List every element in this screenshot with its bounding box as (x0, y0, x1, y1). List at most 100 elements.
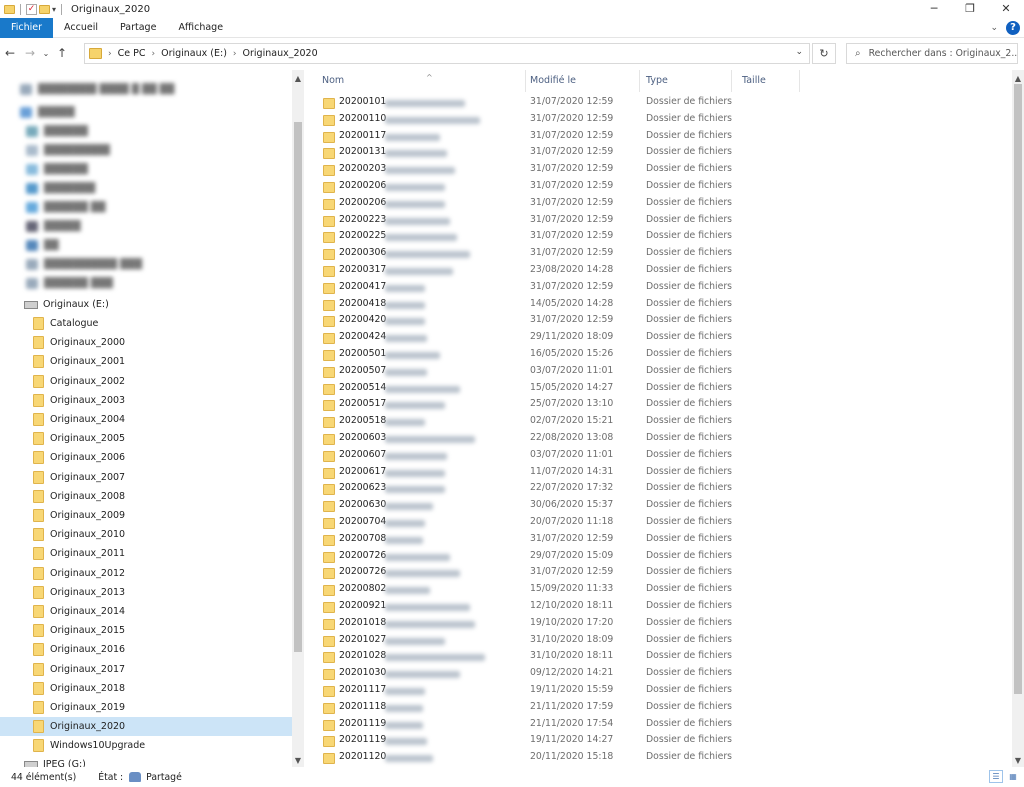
table-row[interactable]: 20200417 31/07/2020 12:59 Dossier de fichi… (306, 280, 1006, 297)
table-row[interactable]: 20200501 16/05/2020 15:26 Dossier de fichi… (306, 347, 1006, 364)
table-row[interactable]: 20200507 03/07/2020 11:01 Dossier de fichi… (306, 364, 1006, 381)
table-row[interactable]: 20200726 29/07/2020 15:09 Dossier de fichi… (306, 549, 1006, 566)
breadcrumb-ce-pc[interactable]: Ce PC (118, 48, 146, 59)
sidebar-folder-item[interactable]: Catalogue (0, 314, 292, 333)
sidebar-folder-item[interactable]: Originaux_2008 (0, 487, 292, 506)
sidebar-scroll-thumb[interactable] (294, 122, 302, 652)
sidebar-folder-item[interactable]: Originaux_2006 (0, 448, 292, 467)
table-row[interactable]: 20200708 31/07/2020 12:59 Dossier de fichi… (306, 532, 1006, 549)
table-row[interactable]: 20200225 31/07/2020 12:59 Dossier de fichi… (306, 229, 1006, 246)
sidebar-folder-item[interactable]: Originaux_2005 (0, 429, 292, 448)
breadcrumb-drive[interactable]: Originaux (E:) (161, 48, 227, 59)
tab-partage[interactable]: Partage (109, 18, 167, 38)
scroll-up-icon[interactable]: ▲ (292, 74, 304, 83)
table-row[interactable]: 20200704 20/07/2020 11:18 Dossier de fichi… (306, 515, 1006, 532)
refresh-button[interactable]: ↻ (812, 43, 836, 64)
table-row[interactable]: 20201120 20/11/2020 15:18 Dossier de fichi… (306, 750, 1006, 767)
table-row[interactable]: 20201119 19/11/2020 14:27 Dossier de fichi… (306, 733, 1006, 750)
table-row[interactable]: 20200306 31/07/2020 12:59 Dossier de fichi… (306, 246, 1006, 263)
sidebar-folder-item[interactable]: Originaux_2007 (0, 468, 292, 487)
table-row[interactable]: 20201118 21/11/2020 17:59 Dossier de fichi… (306, 700, 1006, 717)
tab-accueil[interactable]: Accueil (53, 18, 109, 38)
sidebar-scrollbar[interactable]: ▲ ▼ (292, 70, 304, 767)
tab-fichier[interactable]: Fichier (0, 17, 54, 38)
tab-affichage[interactable]: Affichage (167, 18, 234, 38)
restore-button[interactable]: ❐ (952, 0, 988, 18)
scroll-up-icon[interactable]: ▲ (1012, 74, 1024, 83)
details-view-button[interactable]: ☰ (989, 770, 1003, 783)
table-row[interactable]: 20200630 30/06/2020 15:37 Dossier de fichi… (306, 498, 1006, 515)
sidebar-folder-item[interactable]: Originaux_2015 (0, 621, 292, 640)
column-name[interactable]: Nom ^ (316, 70, 526, 92)
table-row[interactable]: 20201027 31/10/2020 18:09 Dossier de fichi… (306, 633, 1006, 650)
help-icon[interactable]: ? (1006, 21, 1020, 35)
table-row[interactable]: 20200223 31/07/2020 12:59 Dossier de fichi… (306, 213, 1006, 230)
sidebar-folder-item[interactable]: Originaux_2019 (0, 698, 292, 717)
sidebar-folder-item[interactable]: Originaux_2003 (0, 391, 292, 410)
address-dropdown-icon[interactable]: ⌄ (795, 47, 803, 57)
sidebar-drive-jpeg[interactable]: JPEG (G:) (0, 755, 292, 767)
table-row[interactable]: 20201028 31/10/2020 18:11 Dossier de fichi… (306, 649, 1006, 666)
scroll-down-icon[interactable]: ▼ (1012, 756, 1024, 765)
breadcrumb-current[interactable]: Originaux_2020 (243, 48, 318, 59)
column-modified[interactable]: Modifié le (524, 70, 640, 92)
table-row[interactable]: 20201117 19/11/2020 15:59 Dossier de fichi… (306, 683, 1006, 700)
table-row[interactable]: 20200603 22/08/2020 13:08 Dossier de fichi… (306, 431, 1006, 448)
table-row[interactable]: 20201018 19/10/2020 17:20 Dossier de fichi… (306, 616, 1006, 633)
up-button[interactable]: ↑ (52, 46, 72, 60)
table-row[interactable]: 20200206 31/07/2020 12:59 Dossier de fichi… (306, 196, 1006, 213)
table-row[interactable]: 20200424 29/11/2020 18:09 Dossier de fichi… (306, 330, 1006, 347)
table-row[interactable]: 20200623 22/07/2020 17:32 Dossier de fichi… (306, 481, 1006, 498)
table-row[interactable]: 20200101 31/07/2020 12:59 Dossier de fichi… (306, 95, 1006, 112)
table-row[interactable]: 20200514 15/05/2020 14:27 Dossier de fichi… (306, 381, 1006, 398)
table-row[interactable]: 20200617 11/07/2020 14:31 Dossier de fichi… (306, 465, 1006, 482)
sidebar-folder-item[interactable]: Windows10Upgrade (0, 736, 292, 755)
table-row[interactable]: 20200420 31/07/2020 12:59 Dossier de fichi… (306, 313, 1006, 330)
sidebar-folder-item[interactable]: Originaux_2016 (0, 640, 292, 659)
sidebar-folder-item[interactable]: Originaux_2011 (0, 544, 292, 563)
sidebar-folder-item[interactable]: Originaux_2014 (0, 602, 292, 621)
properties-icon[interactable]: ✓ (26, 3, 37, 15)
sidebar-folder-item[interactable]: Originaux_2018 (0, 679, 292, 698)
search-input[interactable]: ⌕ Rechercher dans : Originaux_2... (846, 43, 1018, 64)
customize-toolbar-icon[interactable]: ▾ (52, 5, 56, 14)
expand-ribbon-icon[interactable]: ⌄ (990, 23, 998, 33)
sidebar-folder-item[interactable]: Originaux_2020 (0, 717, 292, 737)
table-row[interactable]: 20200518 02/07/2020 15:21 Dossier de fichi… (306, 414, 1006, 431)
sidebar-drive-originaux[interactable]: Originaux (E:) (0, 295, 292, 314)
table-row[interactable]: 20200131 31/07/2020 12:59 Dossier de fichi… (306, 145, 1006, 162)
sidebar-folder-item[interactable]: Originaux_2004 (0, 410, 292, 429)
column-type[interactable]: Type (640, 70, 732, 92)
table-row[interactable]: 20200117 31/07/2020 12:59 Dossier de fichi… (306, 129, 1006, 146)
table-row[interactable]: 20200921 12/10/2020 18:11 Dossier de fichi… (306, 599, 1006, 616)
sidebar-folder-item[interactable]: Originaux_2001 (0, 352, 292, 371)
table-row[interactable]: 20200203 31/07/2020 12:59 Dossier de fichi… (306, 162, 1006, 179)
sidebar-folder-item[interactable]: Originaux_2002 (0, 372, 292, 391)
table-row[interactable]: 20200206 31/07/2020 12:59 Dossier de fichi… (306, 179, 1006, 196)
table-row[interactable]: 20201030 09/12/2020 14:21 Dossier de fichi… (306, 666, 1006, 683)
forward-button[interactable]: → (20, 46, 40, 60)
table-row[interactable]: 20201119 21/11/2020 17:54 Dossier de fichi… (306, 717, 1006, 734)
sidebar-folder-item[interactable]: Originaux_2000 (0, 333, 292, 352)
file-list-scroll-thumb[interactable] (1014, 84, 1022, 694)
scroll-down-icon[interactable]: ▼ (292, 756, 304, 765)
sidebar-folder-item[interactable]: Originaux_2012 (0, 564, 292, 583)
sidebar-folder-item[interactable]: Originaux_2010 (0, 525, 292, 544)
sidebar-folder-item[interactable]: Originaux_2013 (0, 583, 292, 602)
sidebar-folder-item[interactable]: Originaux_2009 (0, 506, 292, 525)
table-row[interactable]: 20200317 23/08/2020 14:28 Dossier de fichi… (306, 263, 1006, 280)
table-row[interactable]: 20200802 15/09/2020 11:33 Dossier de fichi… (306, 582, 1006, 599)
table-row[interactable]: 20200110 31/07/2020 12:59 Dossier de fichi… (306, 112, 1006, 129)
table-row[interactable]: 20200418 14/05/2020 14:28 Dossier de fichi… (306, 297, 1006, 314)
back-button[interactable]: ← (0, 46, 20, 60)
table-row[interactable]: 20200726 31/07/2020 12:59 Dossier de fichi… (306, 565, 1006, 582)
table-row[interactable]: 20200517 25/07/2020 13:10 Dossier de fichi… (306, 397, 1006, 414)
address-bar[interactable]: › Ce PC › Originaux (E:) › Originaux_202… (84, 43, 810, 64)
table-row[interactable]: 20200607 03/07/2020 11:01 Dossier de fichi… (306, 448, 1006, 465)
close-button[interactable]: ✕ (988, 0, 1024, 18)
new-folder-icon[interactable] (39, 4, 50, 14)
recent-locations-icon[interactable]: ⌄ (40, 49, 52, 58)
minimize-button[interactable]: ─ (916, 0, 952, 18)
large-icons-view-button[interactable]: ▦ (1006, 770, 1020, 783)
sidebar-folder-item[interactable]: Originaux_2017 (0, 660, 292, 679)
